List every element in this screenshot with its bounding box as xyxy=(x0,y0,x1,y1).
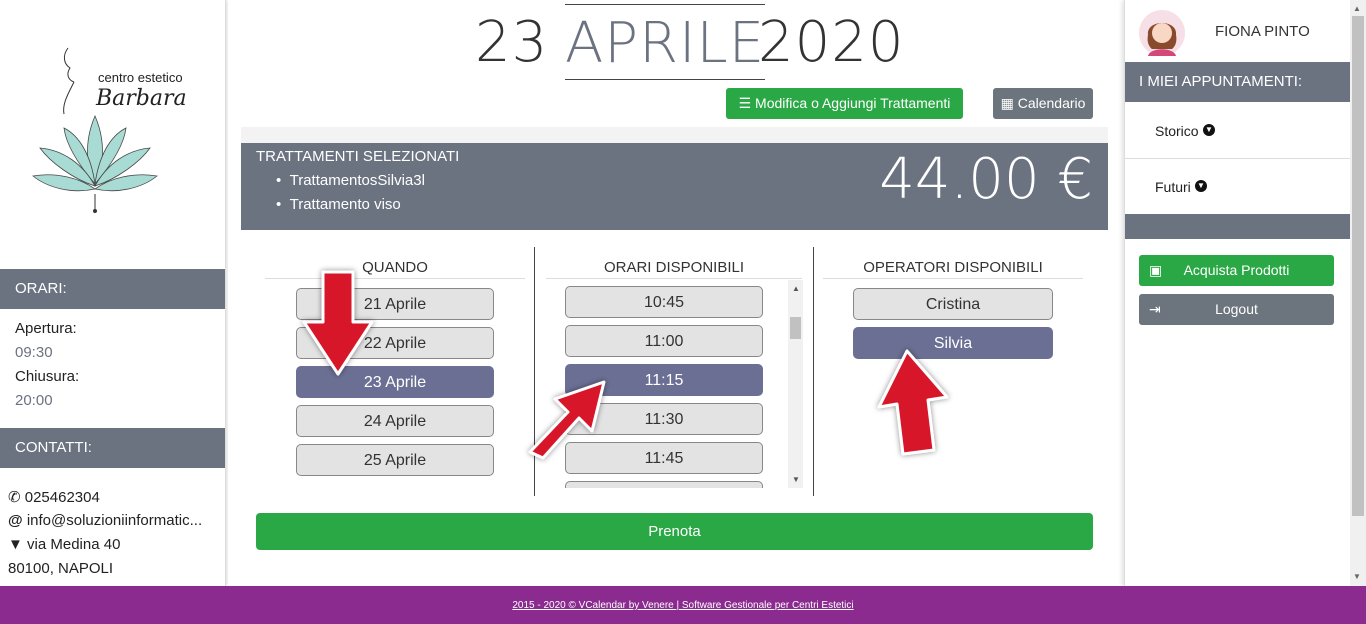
buy-products-label: Acquista Prodotti xyxy=(1183,262,1290,278)
sign-out-icon: ⇥ xyxy=(1149,301,1161,317)
future-item[interactable]: Futuri ▼ xyxy=(1125,159,1350,214)
scroll-up-icon[interactable]: ▲ xyxy=(1353,4,1361,13)
footer-link[interactable]: 2015 - 2020 © VCalendar by Venere | Soft… xyxy=(0,600,1366,611)
chevron-down-icon: ▼ xyxy=(1203,124,1215,136)
arrow-up-icon xyxy=(877,349,949,456)
scroll-down-icon[interactable]: ▼ xyxy=(1353,572,1361,581)
logout-button[interactable]: ⇥ Logout xyxy=(1139,294,1334,325)
shopping-bag-icon: ▣ xyxy=(1149,262,1163,278)
page-scroll-thumb[interactable] xyxy=(1352,16,1364,516)
user-name: FIONA PINTO xyxy=(1215,23,1310,40)
right-sidebar: FIONA PINTO I MIEI APPUNTAMENTI: Storico… xyxy=(1124,0,1350,586)
history-label: Storico xyxy=(1155,123,1199,139)
right-divider-bar xyxy=(1125,214,1350,239)
chevron-down-icon: ▼ xyxy=(1195,180,1207,192)
page-scrollbar[interactable]: ▲ ▼ xyxy=(1350,0,1366,586)
appointments-header: I MIEI APPUNTAMENTI: xyxy=(1125,62,1350,102)
arrow-down-icon xyxy=(302,270,374,376)
logout-label: Logout xyxy=(1215,301,1258,317)
buy-products-button[interactable]: ▣ Acquista Prodotti xyxy=(1139,255,1334,286)
history-item[interactable]: Storico ▼ xyxy=(1125,103,1350,159)
footer: 2015 - 2020 © VCalendar by Venere | Soft… xyxy=(0,586,1366,624)
avatar[interactable] xyxy=(1138,9,1186,57)
arrow-up-right-icon xyxy=(528,380,606,460)
future-label: Futuri xyxy=(1155,179,1191,195)
